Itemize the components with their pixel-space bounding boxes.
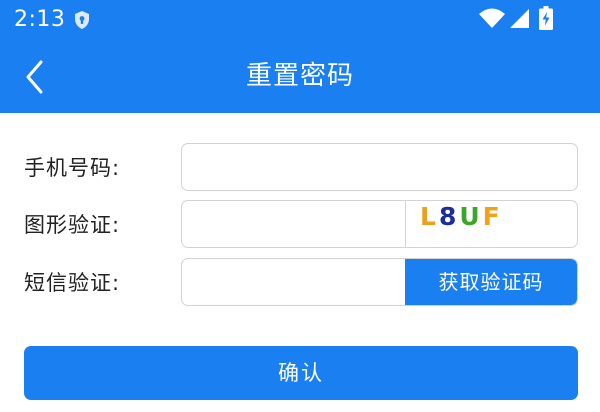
captcha-code: L8UF [420, 202, 503, 231]
shield-icon [75, 11, 89, 29]
wifi-icon [479, 8, 505, 28]
sms-code-input[interactable] [182, 259, 404, 305]
app-header: 2:13 重置密码 [0, 0, 600, 113]
chevron-left-icon [26, 60, 43, 94]
captcha-char: L [420, 202, 439, 231]
phone-row: 手机号码: [0, 143, 600, 193]
sms-label: 短信验证: [24, 271, 121, 295]
status-bar: 2:13 [0, 0, 600, 40]
phone-input[interactable] [182, 144, 577, 190]
captcha-label: 图形验证: [24, 213, 121, 237]
captcha-image[interactable]: L8UF [405, 201, 577, 247]
captcha-row: 图形验证: L8UF [0, 200, 600, 250]
sms-field: 获取验证码 [181, 258, 578, 306]
phone-field [181, 143, 578, 191]
battery-charging-icon [539, 6, 553, 30]
get-sms-code-button[interactable]: 获取验证码 [405, 259, 577, 305]
back-button[interactable] [14, 53, 56, 101]
confirm-button[interactable]: 确认 [24, 346, 578, 400]
page-title: 重置密码 [245, 61, 354, 91]
phone-label: 手机号码: [24, 156, 121, 180]
sms-row: 短信验证: 获取验证码 [0, 258, 600, 308]
captcha-char: U [459, 202, 483, 231]
signal-icon [510, 9, 529, 28]
captcha-char: 8 [438, 202, 460, 231]
captcha-field: L8UF [181, 200, 578, 248]
captcha-input[interactable] [182, 201, 404, 247]
captcha-char: F [482, 202, 503, 231]
status-time: 2:13 [14, 7, 66, 32]
